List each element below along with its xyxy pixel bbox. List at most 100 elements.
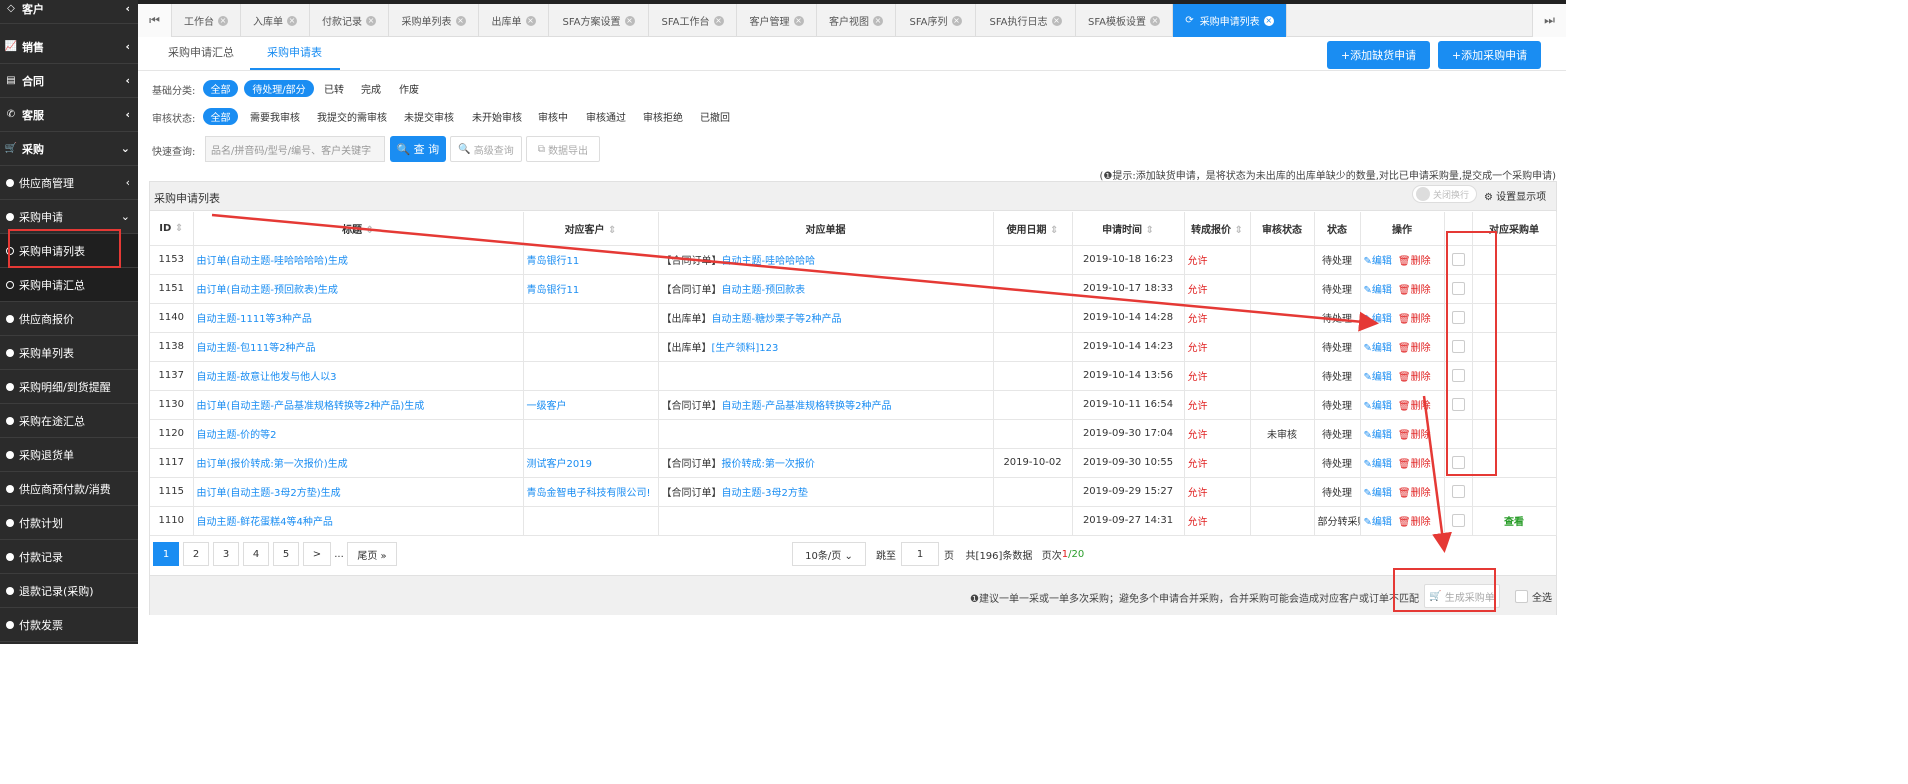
cell-customer[interactable] — [523, 419, 659, 449]
cell-customer[interactable] — [523, 506, 659, 536]
tab-scroll-right-button[interactable]: ⏭ — [1532, 4, 1566, 37]
document-link[interactable]: 自动主题-糖炒栗子等2种产品 — [712, 314, 842, 325]
tab-po-list[interactable]: 采购单列表 × — [389, 4, 479, 37]
cell-title[interactable]: 由订单(自动主题-3母2方垫)生成 — [193, 477, 524, 507]
document-link[interactable]: 报价转成:第一次报价 — [722, 459, 815, 470]
close-icon[interactable]: × — [455, 15, 466, 26]
filter-audit-all[interactable]: 全部 — [203, 108, 238, 125]
sidebar-item-purchase[interactable]: 🛒 采购 ⌄ — [0, 132, 138, 166]
page-4-button[interactable]: 4 — [243, 542, 269, 566]
delete-button[interactable]: 🗑删除 — [1398, 430, 1431, 441]
cell-title[interactable]: 由订单(自动主题-预回款表)生成 — [193, 274, 524, 304]
cell-title[interactable]: 自动主题-包111等2种产品 — [193, 332, 524, 362]
close-icon[interactable]: × — [525, 15, 536, 26]
tab-customer-view[interactable]: 客户视图 × — [817, 4, 896, 37]
cell-title[interactable]: 自动主题-价的等2 — [193, 419, 524, 449]
sidebar-sub-payment-invoice[interactable]: 付款发票 — [0, 608, 138, 642]
sidebar-item-service[interactable]: ✆ 客服 ‹ — [0, 98, 138, 132]
close-icon[interactable]: × — [366, 15, 376, 26]
cell-customer[interactable] — [523, 361, 659, 391]
select-all[interactable]: 全选 — [1515, 589, 1552, 604]
edit-button[interactable]: ✎编辑 — [1364, 488, 1392, 499]
select-all-checkbox[interactable] — [1515, 590, 1528, 603]
sidebar-sub-purchase-request-summary[interactable]: 采购申请汇总 — [0, 268, 138, 302]
cell-customer[interactable]: 青岛银行11 — [523, 245, 659, 275]
col-apply-time[interactable]: 申请时间 ⇕ — [1072, 212, 1185, 246]
sidebar-sub-payment-record[interactable]: 付款记录 — [0, 540, 138, 574]
close-icon[interactable]: × — [873, 15, 883, 26]
tab-purchase-request-list[interactable]: ⟳ 采购申请列表 × — [1173, 4, 1287, 37]
document-link[interactable]: 自动主题-哇哈哈哈哈 — [722, 256, 816, 267]
edit-button[interactable]: ✎编辑 — [1364, 314, 1392, 325]
edit-button[interactable]: ✎编辑 — [1364, 430, 1392, 441]
wrap-toggle[interactable]: 关闭换行 — [1412, 185, 1477, 203]
close-icon[interactable]: × — [1150, 15, 1161, 26]
document-link[interactable]: [生产领料]123 — [712, 343, 779, 354]
sidebar-item-contract[interactable]: ▤ 合同 ‹ — [0, 64, 138, 98]
close-icon[interactable]: × — [1051, 15, 1062, 26]
cell-po[interactable]: 查看 — [1472, 506, 1557, 536]
sidebar-sub-prepayment[interactable]: 供应商预付款/消费 — [0, 472, 138, 506]
close-icon[interactable]: × — [713, 15, 724, 26]
filter-audit-my-submitted[interactable]: 我提交的需审核 — [313, 108, 391, 125]
subtab-request-list[interactable]: 采购申请表 — [267, 44, 322, 60]
refresh-icon[interactable]: ⟳ — [1185, 15, 1193, 26]
row-checkbox[interactable] — [1451, 514, 1465, 527]
delete-button[interactable]: 🗑删除 — [1398, 285, 1431, 296]
search-button[interactable]: 🔍 查 询 — [390, 136, 446, 162]
filter-basic-all[interactable]: 全部 — [203, 80, 238, 97]
per-page-select[interactable]: 10条/页 ⌄ — [792, 542, 866, 566]
page-1-button[interactable]: 1 — [153, 542, 179, 566]
sidebar-sub-supplier-management[interactable]: 供应商管理 ‹ — [0, 166, 138, 200]
close-icon[interactable]: × — [1263, 15, 1274, 26]
cell-customer[interactable]: 测试客户2019 — [523, 448, 659, 478]
col-quote[interactable]: 转成报价 ⇕ — [1184, 212, 1251, 246]
filter-audit-need-mine[interactable]: 需要我审核 — [244, 108, 306, 125]
document-link[interactable]: 自动主题-产品基准规格转换等2种产品 — [722, 401, 892, 412]
add-purchase-request-button[interactable]: +添加采购申请 — [1438, 41, 1541, 69]
tab-sfa-sequence[interactable]: SFA序列 × — [896, 4, 976, 37]
page-5-button[interactable]: 5 — [273, 542, 299, 566]
tab-customer-management[interactable]: 客户管理 × — [737, 4, 817, 37]
filter-audit-approved[interactable]: 审核通过 — [580, 108, 632, 125]
sidebar-sub-po-list[interactable]: 采购单列表 — [0, 336, 138, 370]
last-page-button[interactable]: 尾页 » — [347, 542, 397, 566]
filter-audit-withdrawn[interactable]: 已撤回 — [695, 108, 735, 125]
cell-customer[interactable]: 青岛银行11 — [523, 274, 659, 304]
advanced-search-button[interactable]: 🔍 高级查询 — [450, 136, 522, 162]
col-use-date[interactable]: 使用日期 ⇕ — [993, 212, 1073, 246]
sidebar-sub-return[interactable]: 采购退货单 — [0, 438, 138, 472]
tab-inbound[interactable]: 入库单 × — [241, 4, 310, 37]
tab-sfa-log[interactable]: SFA执行日志 × — [976, 4, 1076, 37]
filter-basic-pending[interactable]: 待处理/部分 — [244, 80, 314, 97]
tab-scroll-left-button[interactable]: ⏮ — [138, 4, 172, 37]
tab-outbound[interactable]: 出库单 × — [479, 4, 549, 37]
delete-button[interactable]: 🗑删除 — [1398, 488, 1431, 499]
document-link[interactable]: 自动主题-预回款表 — [722, 285, 806, 296]
delete-button[interactable]: 🗑删除 — [1398, 459, 1431, 470]
sidebar-item-sales[interactable]: 📈 销售 ‹ — [0, 30, 138, 64]
export-data-button[interactable]: ⧉ 数据导出 — [526, 136, 600, 162]
col-title[interactable]: 标题 ⇕ — [193, 212, 524, 246]
page-3-button[interactable]: 3 — [213, 542, 239, 566]
cell-title[interactable]: 自动主题-故意让他发与他人以3 — [193, 361, 524, 391]
delete-button[interactable]: 🗑删除 — [1398, 372, 1431, 383]
cell-customer[interactable] — [523, 303, 659, 333]
filter-audit-not-started[interactable]: 未开始审核 — [466, 108, 528, 125]
close-icon[interactable]: × — [287, 15, 297, 26]
cell-title[interactable]: 由订单(自动主题-哇哈哈哈哈)生成 — [193, 245, 524, 275]
col-customer[interactable]: 对应客户 ⇕ — [523, 212, 659, 246]
delete-button[interactable]: 🗑删除 — [1398, 256, 1431, 267]
tab-sfa-workbench[interactable]: SFA工作台 × — [649, 4, 737, 37]
tab-payment-record[interactable]: 付款记录 × — [310, 4, 389, 37]
edit-button[interactable]: ✎编辑 — [1364, 401, 1392, 412]
close-icon[interactable]: × — [624, 15, 635, 26]
sidebar-sub-refund-record[interactable]: 退款记录(采购) — [0, 574, 138, 608]
sidebar-item-customer[interactable]: ◇ 客户 ‹ — [0, 0, 138, 24]
delete-button[interactable]: 🗑删除 — [1398, 517, 1431, 528]
edit-button[interactable]: ✎编辑 — [1364, 256, 1392, 267]
tab-sfa-plan[interactable]: SFA方案设置 × — [549, 4, 649, 37]
cell-customer[interactable] — [523, 332, 659, 362]
add-shortage-request-button[interactable]: +添加缺货申请 — [1327, 41, 1430, 69]
close-icon[interactable]: × — [218, 15, 228, 26]
